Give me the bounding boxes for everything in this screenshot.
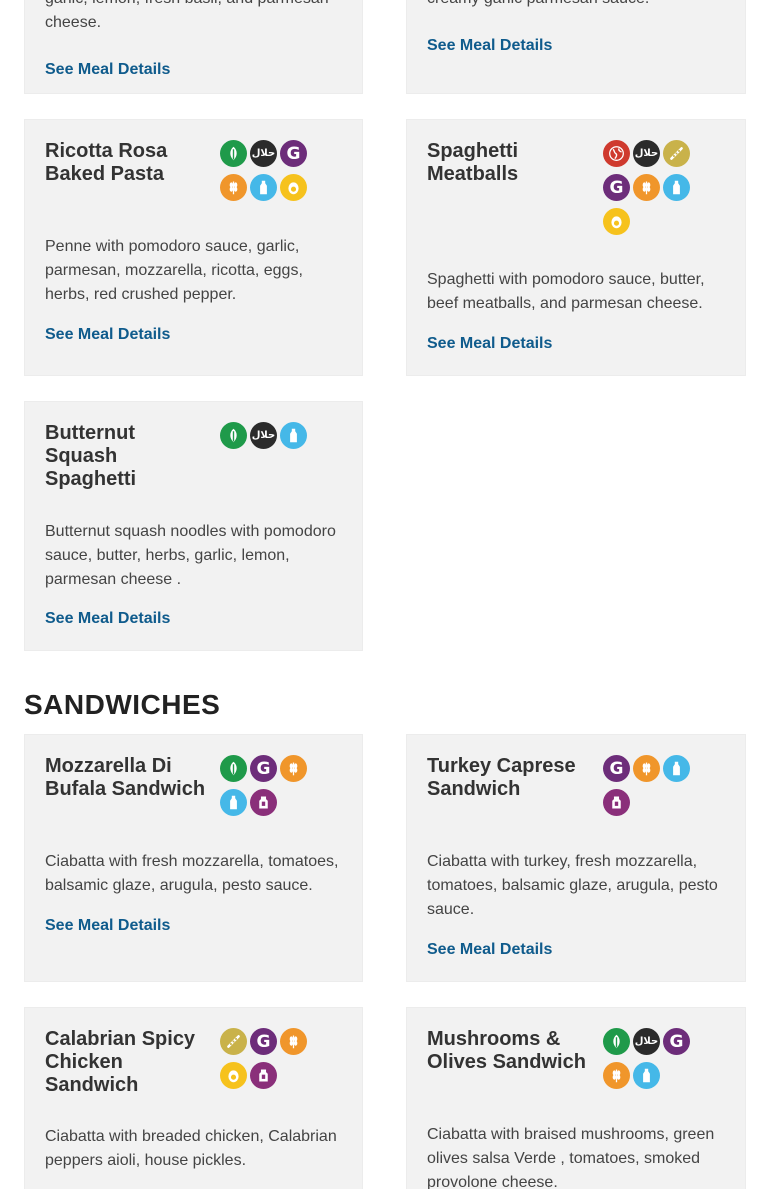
gluten-icon: G <box>250 755 277 782</box>
vegetarian-icon <box>220 140 247 167</box>
dairy-icon <box>663 174 690 201</box>
halal-icon: حلال <box>633 140 660 167</box>
wheat-icon <box>220 174 247 201</box>
dietary-icons: حلال G <box>220 140 312 201</box>
halal-icon: حلال <box>250 422 277 449</box>
meal-description: Penne with pomodoro sauce, garlic, parme… <box>45 238 303 303</box>
global-icon <box>603 140 630 167</box>
dairy-icon <box>280 422 307 449</box>
soy-icon <box>603 789 630 816</box>
meal-card: Calabrian Spicy Chicken Sandwich G Ciaba… <box>24 1007 363 1189</box>
halal-icon: حلال <box>250 140 277 167</box>
meal-card: Mozzarella Di Bufala Sandwich G Ciabatta… <box>24 734 363 982</box>
wheat-icon <box>280 755 307 782</box>
meal-title: Ricotta Rosa Baked Pasta <box>45 140 168 185</box>
soy-icon <box>250 1062 277 1089</box>
dietary-icons: G <box>220 1028 312 1089</box>
meal-title: Butternut Squash Spaghetti <box>45 422 137 490</box>
gluten-icon: G <box>603 174 630 201</box>
meal-title: Mozzarella Di Bufala Sandwich <box>45 755 206 800</box>
see-meal-details-link[interactable]: See Meal Details <box>427 335 552 353</box>
see-meal-details-link[interactable]: See Meal Details <box>45 610 170 628</box>
meal-description: Ciabatta with turkey, fresh mozzarella, … <box>427 853 718 918</box>
gluten-icon: G <box>250 1028 277 1055</box>
dairy-icon <box>663 755 690 782</box>
gluten-icon: G <box>603 755 630 782</box>
meal-card: Ricotta Rosa Baked Pasta حلال G Penne wi… <box>24 119 363 376</box>
wheat-icon <box>280 1028 307 1055</box>
wheat-icon <box>603 1062 630 1089</box>
see-meal-details-link[interactable]: See Meal Details <box>45 61 170 79</box>
vegetarian-icon <box>220 755 247 782</box>
halal-icon: حلال <box>633 1028 660 1055</box>
dietary-icons: G <box>220 755 312 816</box>
section-title-sandwiches: SANDWICHES <box>24 689 221 720</box>
meal-card: Mushrooms & Olives Sandwich حلال G Ciaba… <box>406 1007 746 1189</box>
wheat-icon <box>633 755 660 782</box>
gluten-icon: G <box>280 140 307 167</box>
sesame-icon <box>220 1028 247 1055</box>
dairy-icon <box>250 174 277 201</box>
meal-description: Ciabatta with braised mushrooms, green o… <box>427 1126 715 1189</box>
meal-card: garlic, lemon, fresh basil, and parmesan… <box>24 0 363 94</box>
meal-title: Turkey Caprese Sandwich <box>427 755 576 800</box>
meal-card: Spaghetti Meatballs حلال G Spaghetti wit… <box>406 119 746 376</box>
wheat-icon <box>633 174 660 201</box>
meal-title: Mushrooms & Olives Sandwich <box>427 1028 586 1073</box>
see-meal-details-link[interactable]: See Meal Details <box>45 326 170 344</box>
meal-title: Calabrian Spicy Chicken Sandwich <box>45 1028 196 1096</box>
egg-icon <box>603 208 630 235</box>
egg-icon <box>280 174 307 201</box>
meal-card: Turkey Caprese Sandwich G Ciabatta with … <box>406 734 746 982</box>
dairy-icon <box>633 1062 660 1089</box>
meal-description: garlic, lemon, fresh basil, and parmesan… <box>45 0 329 31</box>
see-meal-details-link[interactable]: See Meal Details <box>45 917 170 935</box>
dietary-icons: حلال <box>220 422 312 449</box>
dietary-icons: G <box>603 755 695 816</box>
meal-description: Spaghetti with pomodoro sauce, butter, b… <box>427 271 705 312</box>
meal-card: creamy garlic parmesan sauce. See Meal D… <box>406 0 746 94</box>
meal-description: creamy garlic parmesan sauce. <box>427 0 725 11</box>
soy-icon <box>250 789 277 816</box>
gluten-icon: G <box>663 1028 690 1055</box>
see-meal-details-link[interactable]: See Meal Details <box>427 37 552 55</box>
see-meal-details-link[interactable]: See Meal Details <box>427 941 552 959</box>
meal-card: Butternut Squash Spaghetti حلال Butternu… <box>24 401 363 651</box>
dietary-icons: حلال G <box>603 1028 695 1089</box>
meal-description: Butternut squash noodles with pomodoro s… <box>45 523 336 588</box>
vegetarian-icon <box>220 422 247 449</box>
meal-title: Spaghetti Meatballs <box>427 140 519 185</box>
meal-description: Ciabatta with fresh mozzarella, tomatoes… <box>45 853 339 894</box>
sesame-icon <box>663 140 690 167</box>
vegetarian-icon <box>603 1028 630 1055</box>
dairy-icon <box>220 789 247 816</box>
egg-icon <box>220 1062 247 1089</box>
dietary-icons: حلال G <box>603 140 695 235</box>
meal-description: Ciabatta with breaded chicken, Calabrian… <box>45 1128 337 1169</box>
